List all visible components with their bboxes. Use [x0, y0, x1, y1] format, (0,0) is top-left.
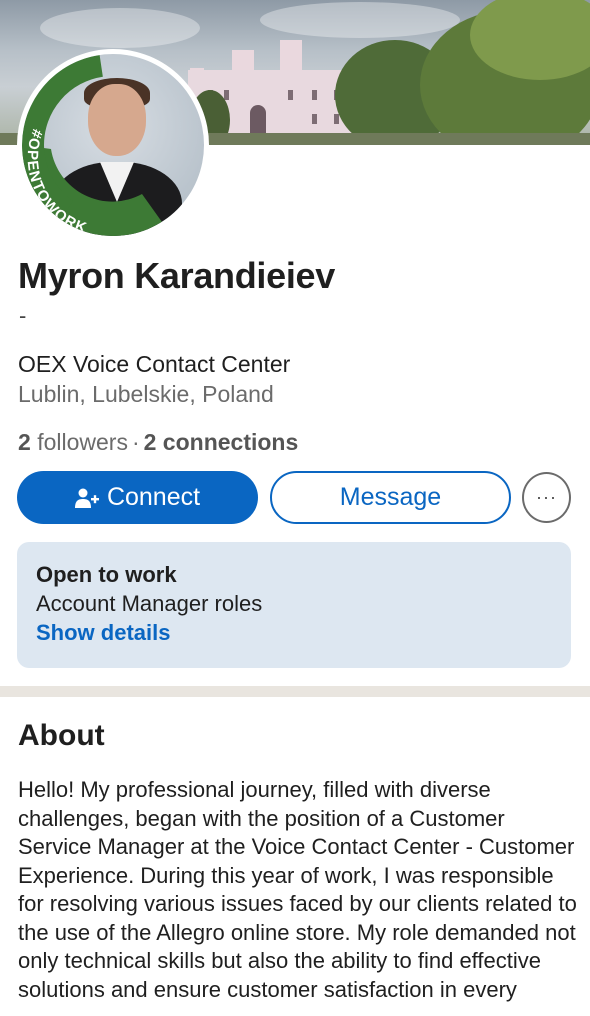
- show-details-link[interactable]: Show details: [36, 620, 170, 646]
- open-to-work-frame: #OPENTOWORK: [22, 54, 204, 236]
- connect-label: Connect: [106, 483, 201, 511]
- profile-name: Myron Karandieiev: [18, 255, 336, 296]
- open-to-work-roles: Account Manager roles: [36, 591, 263, 616]
- bottom-edge: [0, 1006, 590, 1016]
- followers-label: followers: [37, 429, 128, 455]
- about-text: Hello! My professional journey, filled w…: [18, 777, 577, 1010]
- profile-location: Lublin, Lubelskie, Poland: [18, 381, 274, 407]
- connections-link[interactable]: 2 connections: [144, 429, 299, 455]
- stats-separator: ·: [131, 429, 140, 455]
- section-divider: [0, 686, 590, 697]
- profile-headline: -: [19, 303, 27, 328]
- person-add-icon: [74, 488, 99, 508]
- about-heading: About: [18, 719, 105, 752]
- more-button[interactable]: ···: [522, 472, 571, 523]
- message-button[interactable]: Message: [270, 471, 511, 524]
- avatar: #OPENTOWORK: [22, 54, 204, 236]
- open-to-work-card[interactable]: Open to work Account Manager roles Show …: [17, 542, 571, 668]
- more-horizontal-icon: ···: [536, 487, 557, 507]
- message-label: Message: [339, 483, 442, 511]
- open-to-work-title: Open to work: [36, 562, 177, 587]
- followers-count: 2: [18, 429, 31, 455]
- connect-button[interactable]: Connect: [17, 471, 258, 524]
- profile-photo[interactable]: #OPENTOWORK: [17, 49, 209, 241]
- network-stats: 2 followers · 2 connections: [18, 429, 298, 456]
- current-company[interactable]: OEX Voice Contact Center: [18, 351, 290, 378]
